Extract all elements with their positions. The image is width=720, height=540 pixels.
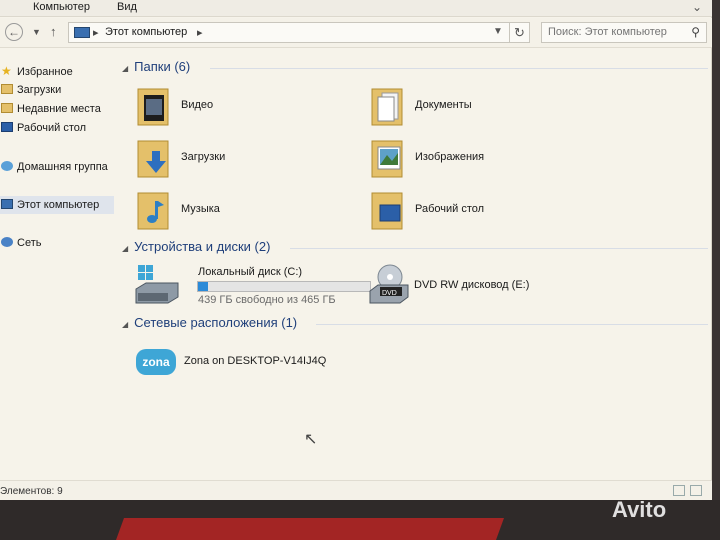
breadcrumb-separator-icon[interactable]: ▸ [197, 26, 203, 39]
network-icon [1, 237, 13, 247]
group-header-network[interactable]: ◢ Сетевые расположения (1) [122, 315, 297, 330]
sidebar-item-favorites[interactable]: ★ Избранное [0, 63, 114, 81]
sidebar-item-this-pc[interactable]: Этот компьютер [0, 196, 114, 214]
collapse-icon[interactable]: ◢ [122, 64, 128, 73]
folder-label: Загрузки [181, 151, 226, 163]
navigation-row: ← ▼ ↑ ▸ Этот компьютер ▸ ▼ ↻ ⚲ [0, 18, 712, 48]
drive-label: DVD RW дисковод (E:) [414, 279, 530, 291]
collapse-icon[interactable]: ◢ [122, 320, 128, 329]
up-button[interactable]: ↑ [50, 24, 57, 39]
menu-bar: Компьютер Вид ⌄ [0, 0, 712, 17]
menu-computer[interactable]: Компьютер [33, 1, 90, 13]
group-header-devices[interactable]: ◢ Устройства и диски (2) [122, 239, 270, 254]
avito-watermark: Avito [612, 497, 667, 522]
content-pane: ◢ Папки (6) Видео Документы Загрузки Изо… [118, 49, 712, 479]
folder-documents[interactable]: Документы [370, 83, 590, 133]
divider [210, 68, 708, 69]
sidebar-item-label: Сеть [17, 237, 42, 249]
disk-usage-bar [197, 281, 371, 292]
sidebar-item-label: Рабочий стол [17, 122, 87, 134]
address-bar[interactable]: ▸ Этот компьютер ▸ ▼ ↻ [68, 22, 530, 43]
group-header-folders[interactable]: ◢ Папки (6) [122, 59, 190, 74]
network-location-label[interactable]: Zona on DESKTOP-V14IJ4Q [184, 355, 326, 367]
homegroup-icon [1, 161, 13, 171]
sidebar-item-label: Избранное [17, 66, 73, 78]
search-icon[interactable]: ⚲ [691, 25, 700, 39]
sidebar-item-desktop[interactable]: Рабочий стол [0, 119, 114, 137]
local-disk-icon [135, 265, 179, 304]
desktop-icon [1, 122, 13, 132]
pictures-folder-icon [371, 140, 403, 178]
mouse-cursor-icon: ↖ [304, 431, 318, 448]
desktop-folder-icon [371, 192, 403, 230]
item-count: Элементов: 9 [0, 486, 63, 497]
sidebar-item-label: Загрузки [17, 84, 62, 96]
breadcrumb-separator-icon[interactable]: ▸ [93, 26, 99, 39]
sidebar-item-label: Недавние места [17, 103, 101, 115]
back-button[interactable]: ← [5, 23, 23, 41]
dvd-drive-icon: DVD [369, 264, 409, 304]
details-view-icon[interactable] [673, 485, 685, 496]
drive-e[interactable]: DVD DVD RW дисковод (E:) [368, 263, 608, 311]
refresh-button[interactable]: ↻ [509, 23, 529, 42]
history-dropdown-icon[interactable]: ▼ [32, 27, 41, 37]
collapse-icon[interactable]: ◢ [122, 244, 128, 253]
group-title: Папки (6) [134, 59, 191, 74]
downloads-folder-icon [137, 140, 169, 178]
sidebar-item-network[interactable]: Сеть [0, 234, 114, 252]
sidebar-item-downloads[interactable]: Загрузки [0, 81, 114, 99]
folder-downloads[interactable]: Загрузки [136, 135, 356, 185]
breadcrumb-this-pc[interactable]: Этот компьютер [105, 26, 187, 38]
computer-icon [74, 27, 90, 38]
search-box[interactable]: ⚲ [541, 22, 707, 43]
sidebar-item-label: Домашняя группа [17, 161, 108, 173]
menu-view[interactable]: Вид [117, 1, 137, 13]
sidebar-item-homegroup[interactable]: Домашняя группа [0, 158, 114, 176]
divider [290, 248, 708, 249]
folder-music[interactable]: Музыка [136, 187, 356, 237]
group-title: Устройства и диски (2) [134, 239, 271, 254]
recent-places-icon [1, 103, 13, 113]
dvd-badge: DVD [382, 290, 397, 297]
drive-c[interactable]: Локальный диск (C:) 439 ГБ свободно из 4… [134, 263, 374, 311]
status-bar: Элементов: 9 [0, 480, 712, 500]
drive-label: Локальный диск (C:) [198, 266, 303, 278]
chevron-down-icon[interactable]: ⌄ [692, 0, 702, 14]
folder-videos[interactable]: Видео [136, 83, 356, 133]
music-folder-icon [137, 192, 169, 230]
search-input[interactable] [548, 26, 683, 38]
downloads-folder-icon [1, 84, 13, 94]
drive-free-space: 439 ГБ свободно из 465 ГБ [198, 294, 336, 306]
red-object [115, 518, 505, 540]
group-title: Сетевые расположения (1) [134, 315, 298, 330]
computer-icon [1, 199, 13, 209]
address-dropdown-icon[interactable]: ▼ [493, 26, 503, 37]
explorer-window: Компьютер Вид ⌄ ← ▼ ↑ ▸ Этот компьютер ▸… [0, 0, 712, 500]
folder-label: Рабочий стол [415, 203, 485, 215]
folder-label: Документы [415, 99, 472, 111]
zona-logo-icon[interactable]: zona [136, 349, 176, 375]
folder-desktop[interactable]: Рабочий стол [370, 187, 590, 237]
divider [316, 324, 708, 325]
star-icon: ★ [1, 64, 12, 78]
folder-label: Изображения [415, 151, 485, 163]
sidebar-item-label: Этот компьютер [17, 199, 100, 211]
folder-label: Музыка [181, 203, 220, 215]
videos-folder-icon [137, 88, 169, 126]
folder-pictures[interactable]: Изображения [370, 135, 590, 185]
sidebar-item-recent[interactable]: Недавние места [0, 100, 114, 118]
disk-usage-fill [198, 282, 208, 291]
folder-label: Видео [181, 99, 214, 111]
navigation-pane: ★ Избранное Загрузки Недавние места Рабо… [0, 49, 114, 479]
tiles-view-icon[interactable] [690, 485, 702, 496]
documents-folder-icon [371, 88, 403, 126]
